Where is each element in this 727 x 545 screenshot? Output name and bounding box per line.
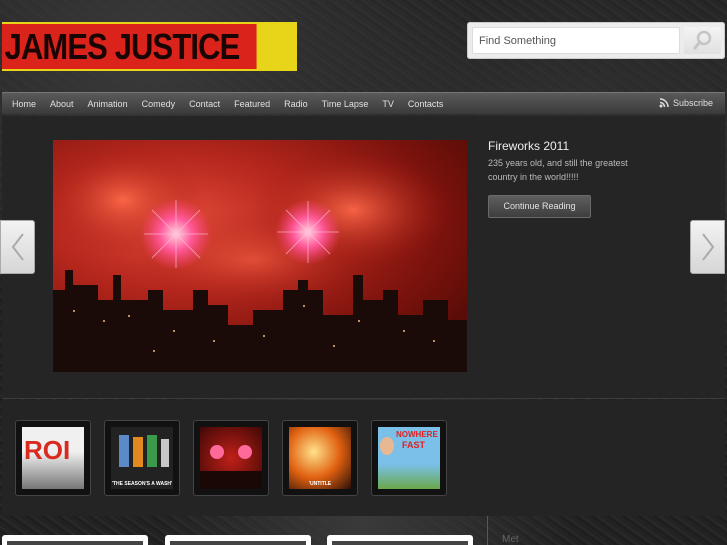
thumbnail-item[interactable]: 'THE SEASON'S A WASH' bbox=[104, 420, 180, 496]
main-nav: Home About Animation Comedy Contact Feat… bbox=[2, 92, 725, 114]
thumbnail-overlay-fast: FAST bbox=[402, 440, 426, 450]
fireworks-scene bbox=[53, 145, 467, 372]
nav-item-comedy[interactable]: Comedy bbox=[135, 94, 183, 114]
thumbnail-image: NOWHERE FAST bbox=[378, 427, 440, 489]
site-logo[interactable]: JAMES JUSTICE bbox=[2, 22, 297, 71]
thumbnail-image: 'UNTITLE bbox=[289, 427, 351, 489]
search-box bbox=[467, 22, 725, 59]
subscribe-label: Subscribe bbox=[672, 98, 713, 108]
featured-description: 235 years old, and still the greatest co… bbox=[488, 158, 628, 182]
logo-text: JAMES JUSTICE bbox=[2, 24, 257, 69]
thumbnail-caption: 'UNTITLE bbox=[308, 481, 332, 487]
nav-item-contacts[interactable]: Contacts bbox=[401, 94, 451, 114]
thumbnail-image bbox=[200, 427, 262, 489]
nav-item-tv[interactable]: TV bbox=[375, 94, 401, 114]
slider-prev-button[interactable] bbox=[0, 220, 35, 274]
thumbnail-item[interactable] bbox=[193, 420, 269, 496]
rss-icon bbox=[659, 98, 669, 108]
featured-image[interactable] bbox=[53, 140, 467, 372]
nav-item-animation[interactable]: Animation bbox=[81, 94, 135, 114]
sidebar-meta: Met bbox=[487, 516, 727, 545]
nav-item-featured[interactable]: Featured bbox=[227, 94, 277, 114]
thumbnail-item[interactable]: NOWHERE FAST bbox=[371, 420, 447, 496]
thumbnail-overlay-nowhere: NOWHERE bbox=[396, 430, 438, 439]
nav-item-contact[interactable]: Contact bbox=[182, 94, 227, 114]
continue-reading-button[interactable]: Continue Reading bbox=[488, 195, 591, 218]
crosshair-logo-icon bbox=[257, 26, 295, 64]
search-button[interactable] bbox=[684, 27, 721, 54]
thumbnail-item[interactable]: ROI bbox=[15, 420, 91, 496]
slider-next-button[interactable] bbox=[690, 220, 725, 274]
search-icon bbox=[693, 30, 712, 50]
chevron-right-icon bbox=[701, 233, 714, 261]
post-card[interactable] bbox=[2, 535, 148, 545]
featured-title[interactable]: Fireworks 2011 bbox=[488, 139, 569, 153]
thumbnail-image: ROI bbox=[22, 427, 84, 489]
thumbnail-strip: ROI 'THE SEASON'S A WASH' 'UNTITLE NOWHE… bbox=[2, 400, 725, 516]
post-card[interactable] bbox=[327, 535, 473, 545]
search-input[interactable] bbox=[472, 27, 680, 54]
subscribe-link[interactable]: Subscribe bbox=[659, 93, 713, 113]
post-card[interactable] bbox=[165, 535, 311, 545]
nav-item-radio[interactable]: Radio bbox=[277, 94, 315, 114]
meta-heading: Met bbox=[502, 534, 519, 545]
nav-item-home[interactable]: Home bbox=[2, 94, 43, 114]
thumbnail-image: 'THE SEASON'S A WASH' bbox=[111, 427, 173, 489]
featured-slider: Fireworks 2011 235 years old, and still … bbox=[2, 116, 725, 399]
thumbnail-caption: 'THE SEASON'S A WASH' bbox=[111, 481, 173, 487]
thumbnail-item[interactable]: 'UNTITLE bbox=[282, 420, 358, 496]
chevron-left-icon bbox=[11, 233, 24, 261]
nav-item-time-lapse[interactable]: Time Lapse bbox=[315, 94, 376, 114]
nav-item-about[interactable]: About bbox=[43, 94, 81, 114]
